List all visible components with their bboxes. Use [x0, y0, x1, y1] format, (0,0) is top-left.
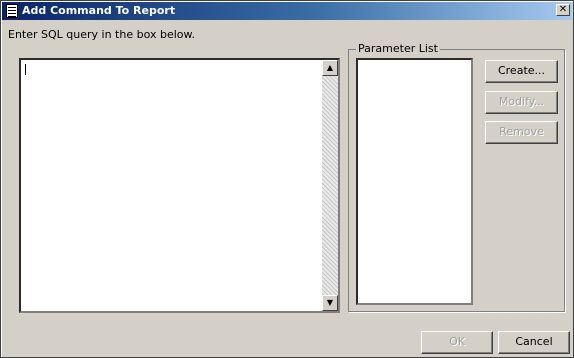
sql-vertical-scrollbar[interactable]: ▲ ▼ — [322, 60, 338, 311]
close-button[interactable]: ✕ — [556, 4, 570, 16]
modify-button[interactable]: Modify... — [485, 91, 558, 114]
scroll-up-button[interactable]: ▲ — [322, 60, 338, 76]
create-button[interactable]: Create... — [485, 60, 558, 83]
title-bar[interactable]: Add Command To Report ✕ — [2, 2, 572, 20]
sql-query-label: Enter SQL query in the box below. — [8, 28, 196, 41]
dialog-title: Add Command To Report — [22, 4, 176, 17]
remove-button[interactable]: Remove — [485, 121, 558, 144]
sql-query-input[interactable]: ▲ ▼ — [19, 58, 340, 313]
ok-button[interactable]: OK — [421, 331, 493, 354]
scroll-down-button[interactable]: ▼ — [322, 295, 338, 311]
scroll-down-arrow-icon: ▼ — [326, 298, 334, 307]
cancel-button[interactable]: Cancel — [498, 331, 570, 354]
parameter-listbox[interactable] — [356, 58, 473, 305]
close-icon: ✕ — [558, 4, 568, 15]
report-icon — [6, 4, 18, 18]
scroll-up-arrow-icon: ▲ — [326, 63, 334, 72]
add-command-dialog: Add Command To Report ✕ Enter SQL query … — [0, 0, 574, 358]
parameter-list-label: Parameter List — [356, 42, 440, 55]
text-caret — [25, 64, 26, 75]
